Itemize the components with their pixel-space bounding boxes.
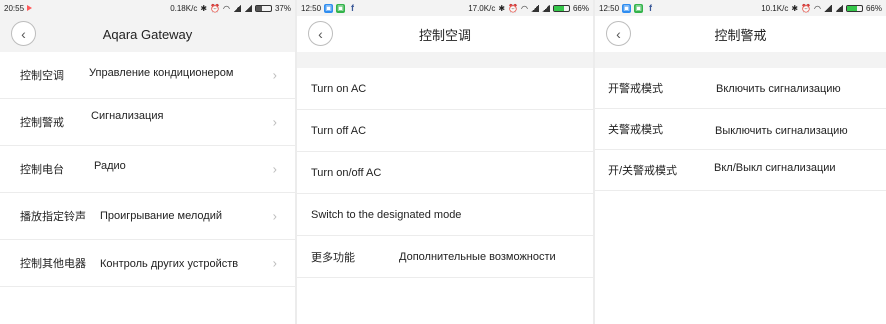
item-label: Turn on/off AC xyxy=(311,166,382,179)
network-speed: 17.0K/c xyxy=(468,3,496,13)
title-bar: ‹ 控制警戒 xyxy=(595,16,886,52)
section-spacer xyxy=(297,52,593,68)
item-label-ru: Радио xyxy=(94,160,126,172)
page-title: 控制警戒 xyxy=(714,27,767,43)
back-arrow-icon: ‹ xyxy=(318,25,323,42)
list-item-alarm-on[interactable]: 开警戒模式 Включить сигнализацию xyxy=(595,68,886,109)
alarm-control-screen: 12:50 ▣ ▣ f 10.1K/c ✱ ⏰ ◠ 66% ‹ 控制警戒 开警戒… xyxy=(595,0,886,324)
status-time: 20:55 xyxy=(4,3,25,13)
item-label-zh: 开警戒模式 xyxy=(608,83,663,95)
back-button[interactable]: ‹ xyxy=(11,21,36,46)
item-label-zh: 更多功能 xyxy=(311,251,355,264)
list-item-toggle-ac[interactable]: Turn on/off AC xyxy=(297,152,593,194)
title-bar: ‹ Aqara Gateway xyxy=(0,16,295,52)
list-item-alarm[interactable]: 控制警戒 Сигнализация › xyxy=(0,99,295,146)
list-item-designated-mode[interactable]: Switch to the designated mode xyxy=(297,194,593,236)
alarm-icon: ⏰ xyxy=(210,3,220,13)
item-label: Switch to the designated mode xyxy=(311,208,462,221)
status-bar: 12:50 ▣ ▣ f 10.1K/c ✱ ⏰ ◠ 66% xyxy=(595,0,886,16)
signal-icon-2 xyxy=(243,4,252,12)
item-label: Turn off AC xyxy=(311,124,367,137)
item-label: Turn on AC xyxy=(311,82,367,95)
item-label-ru: Контроль других устройств xyxy=(100,258,239,270)
battery-percent: 66% xyxy=(572,3,589,13)
signal-icon-2 xyxy=(834,4,843,12)
item-label-zh: 控制警戒 xyxy=(20,117,64,129)
facebook-icon: f xyxy=(351,3,355,13)
wifi-icon: ◠ xyxy=(223,3,230,13)
title-bar: ‹ 控制空调 xyxy=(297,16,593,52)
item-label-ru: Вкл/Выкл сигнализации xyxy=(714,162,836,174)
app-notification-icon: ▣ xyxy=(622,3,632,13)
bluetooth-icon: ✱ xyxy=(200,3,208,13)
network-speed: 0.18K/c xyxy=(170,3,198,13)
battery-percent: 37% xyxy=(274,3,291,13)
aqara-gateway-screen: 20:55 0.18K/c ✱ ⏰ ◠ 37% ‹ Aqara Gateway … xyxy=(0,0,295,324)
list-item-more-functions[interactable]: 更多功能 Дополнительные возможности xyxy=(297,236,593,278)
signal-icon xyxy=(232,4,241,12)
back-arrow-icon: ‹ xyxy=(616,25,621,42)
chevron-right-icon: › xyxy=(272,208,277,224)
list-item-radio[interactable]: 控制电台 Радио › xyxy=(0,146,295,193)
item-label-ru: Включить сигнализацию xyxy=(716,83,841,95)
screenshot-collage: 20:55 0.18K/c ✱ ⏰ ◠ 37% ‹ Aqara Gateway … xyxy=(0,0,886,324)
item-label-ru: Сигнализация xyxy=(91,110,164,122)
app-notification-icon: ▣ xyxy=(324,3,334,13)
item-label-ru: Проигрывание мелодий xyxy=(100,210,222,222)
list-item-other-devices[interactable]: 控制其他电器 Контроль других устройств › xyxy=(0,240,295,287)
chevron-right-icon: › xyxy=(272,255,277,271)
page-title: Aqara Gateway xyxy=(102,26,193,42)
status-bar: 12:50 ▣ ▣ f 17.0K/c ✱ ⏰ ◠ 66% xyxy=(297,0,593,16)
signal-icon-2 xyxy=(541,4,550,12)
wifi-icon: ◠ xyxy=(814,3,821,13)
app-notification-icon-2: ▣ xyxy=(336,3,346,13)
bluetooth-icon: ✱ xyxy=(791,3,799,13)
status-bar: 20:55 0.18K/c ✱ ⏰ ◠ 37% xyxy=(0,0,295,16)
bluetooth-icon: ✱ xyxy=(498,3,506,13)
list-item-ac-control[interactable]: 控制空调 Управление кондиционером › xyxy=(0,52,295,99)
signal-icon xyxy=(530,4,539,12)
item-label-zh: 开/关警戒模式 xyxy=(608,165,678,177)
status-time: 12:50 xyxy=(301,3,322,13)
section-spacer xyxy=(595,52,886,68)
battery-icon xyxy=(552,4,570,12)
item-label-ru: Управление кондиционером xyxy=(89,67,234,79)
list-item-turn-on-ac[interactable]: Turn on AC xyxy=(297,68,593,110)
item-label-zh: 控制电台 xyxy=(20,164,64,176)
play-store-icon xyxy=(27,5,33,11)
battery-icon xyxy=(254,4,272,12)
battery-percent: 66% xyxy=(865,3,882,13)
item-label-zh: 控制空调 xyxy=(20,70,64,82)
item-label-zh: 关警戒模式 xyxy=(608,124,663,136)
back-arrow-icon: ‹ xyxy=(21,25,26,42)
item-label-ru: Дополнительные возможности xyxy=(399,250,556,263)
status-time: 12:50 xyxy=(599,3,620,13)
chevron-right-icon: › xyxy=(272,114,277,130)
list-item-ringtone[interactable]: 播放指定铃声 Проигрывание мелодий › xyxy=(0,193,295,240)
alarm-icon: ⏰ xyxy=(801,3,811,13)
list-item-alarm-off[interactable]: 关警戒模式 Выключить сигнализацию xyxy=(595,109,886,150)
chevron-right-icon: › xyxy=(272,67,277,83)
list-item-turn-off-ac[interactable]: Turn off AC xyxy=(297,110,593,152)
page-title: 控制空调 xyxy=(418,27,471,43)
facebook-icon: f xyxy=(649,3,653,13)
item-label-zh: 播放指定铃声 xyxy=(20,211,86,223)
battery-icon xyxy=(845,4,863,12)
alarm-icon: ⏰ xyxy=(508,3,518,13)
signal-icon xyxy=(823,4,832,12)
list-item-alarm-toggle[interactable]: 开/关警戒模式 Вкл/Выкл сигнализации xyxy=(595,150,886,191)
back-button[interactable]: ‹ xyxy=(606,21,631,46)
chevron-right-icon: › xyxy=(272,161,277,177)
back-button[interactable]: ‹ xyxy=(308,21,333,46)
item-label-ru: Выключить сигнализацию xyxy=(715,125,848,137)
network-speed: 10.1K/c xyxy=(761,3,789,13)
app-notification-icon-2: ▣ xyxy=(634,3,644,13)
item-label-zh: 控制其他电器 xyxy=(20,258,86,270)
ac-control-screen: 12:50 ▣ ▣ f 17.0K/c ✱ ⏰ ◠ 66% ‹ 控制空调 Tur… xyxy=(297,0,593,324)
wifi-icon: ◠ xyxy=(521,3,528,13)
